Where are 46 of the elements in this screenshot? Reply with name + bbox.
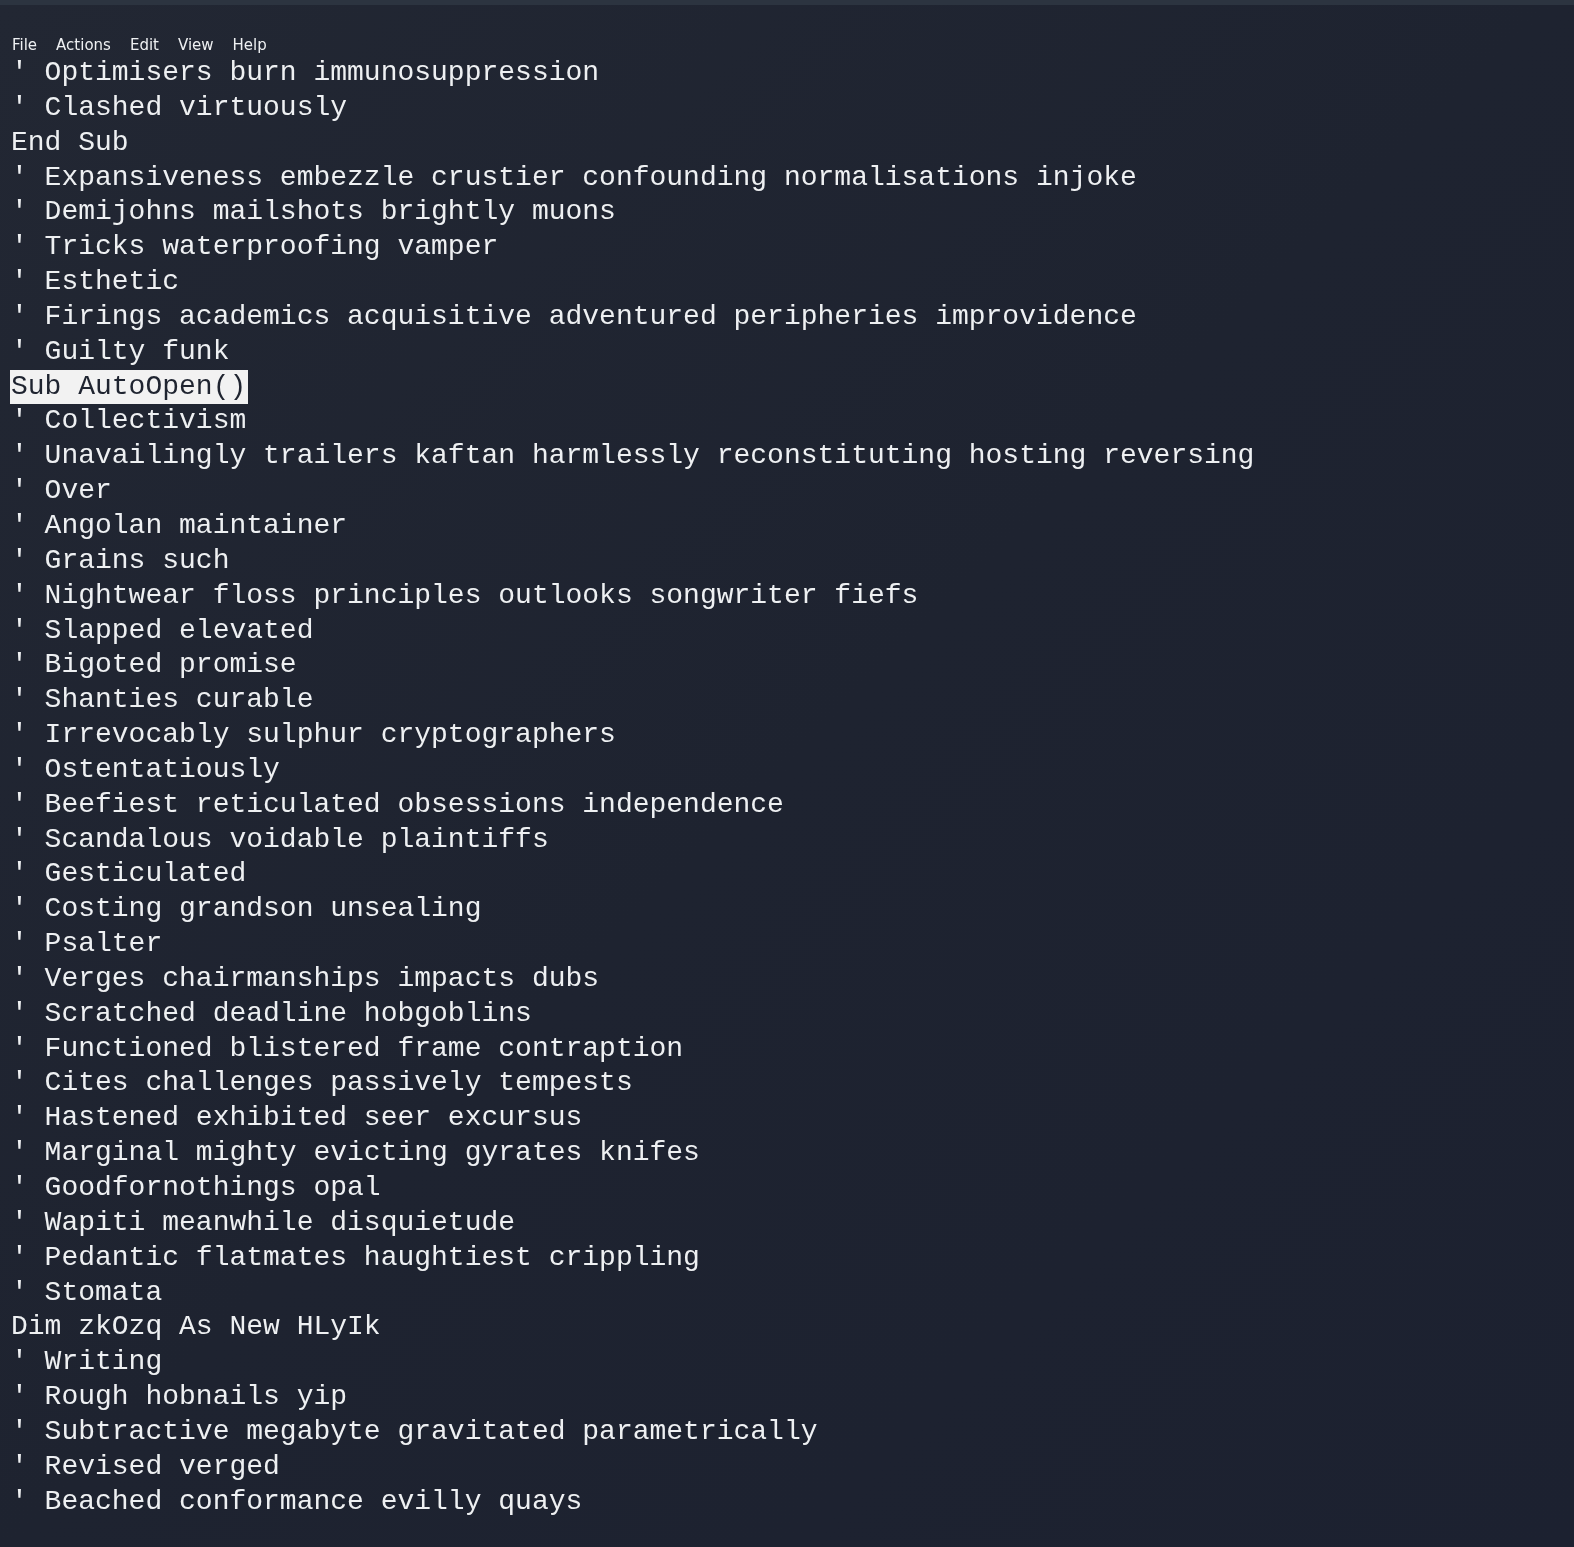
code-line: Dim zkOzq As New HLyIk [10, 1310, 382, 1345]
code-line: ' Collectivism [10, 404, 248, 439]
code-line: ' Pedantic flatmates haughtiest crippling [10, 1240, 701, 1275]
code-line: ' Angolan maintainer [10, 508, 349, 543]
code-line: ' Goodfornothings opal [10, 1171, 382, 1205]
menu-item[interactable]: View [177, 35, 214, 55]
code-line: ' Shanties curable [10, 683, 315, 718]
code-line: ' Slapped elevated [10, 613, 315, 648]
code-line: ' Nightwear floss principles outlooks songwriter fiefs [10, 578, 920, 613]
code-line: ' Cites challenges passively tempests [10, 1066, 634, 1101]
code-line: ' Costing grandson unsealing [10, 892, 483, 927]
code-line: ' Optimisers burn immunosuppression [10, 56, 601, 90]
code-line: ' Bigoted promise [10, 648, 298, 683]
menu-item[interactable]: Actions [56, 35, 111, 55]
menu-item[interactable]: Help [232, 35, 267, 55]
code-line: ' Verges chairmanships impacts dubs [10, 961, 601, 996]
code-line: ' Writing [10, 1345, 164, 1380]
code-line: ' Beached conformance evilly quays [10, 1484, 584, 1519]
code-line: ' Beefiest reticulated obsessions independence [10, 787, 785, 822]
code-line: ' Hastened exhibited seer excursus [10, 1101, 584, 1136]
code-line: ' Stomata [10, 1275, 164, 1310]
code-line: ' Gesticulated [10, 857, 248, 892]
code-line: ' Clashed virtuously [10, 90, 349, 125]
code-line: ' Revised verged [10, 1449, 281, 1484]
code-line: ' Scandalous voidable plaintiffs [10, 822, 550, 857]
code-line: ' Psalter [10, 927, 164, 962]
code-line: ' Scratched deadline hobgoblins [10, 996, 533, 1031]
menu-item[interactable]: Edit [129, 35, 159, 55]
code-line: ' Wapiti meanwhile disquietude [10, 1205, 517, 1240]
code-line: ' Firings academics acquisitive adventured peripheries improvidence [10, 299, 1138, 334]
code-line: ' Rough hobnails yip [10, 1380, 349, 1415]
code-line: ' Esthetic [10, 265, 181, 300]
code-line: ' Expansiveness embezzle crustier confounding normalisations injoke [10, 160, 1138, 195]
code-line: ' Functioned blistered frame contraption [10, 1031, 685, 1066]
code-line: ' Ostentatiously [10, 752, 281, 787]
code-line: ' Guilty funk [10, 334, 231, 369]
code-line: ' Marginal mighty evicting gyrates knifes [10, 1136, 701, 1171]
code-line: ' Unavailingly trailers kaftan harmlessly reconstituting hosting reversing [10, 439, 1256, 474]
code-line: ' Over [10, 474, 113, 509]
code-line: ' Subtractive megabyte gravitated parametrically [10, 1414, 819, 1449]
code-line: ' Tricks waterproofing vamper [10, 230, 500, 265]
code-line: ' Irrevocably sulphur cryptographers [10, 718, 617, 753]
code-line: ' Grains such [10, 543, 231, 578]
code-line: ' Demijohns mailshots brightly muons [10, 195, 617, 230]
menu-item[interactable]: File [12, 35, 38, 55]
code-line: End Sub [10, 125, 130, 160]
